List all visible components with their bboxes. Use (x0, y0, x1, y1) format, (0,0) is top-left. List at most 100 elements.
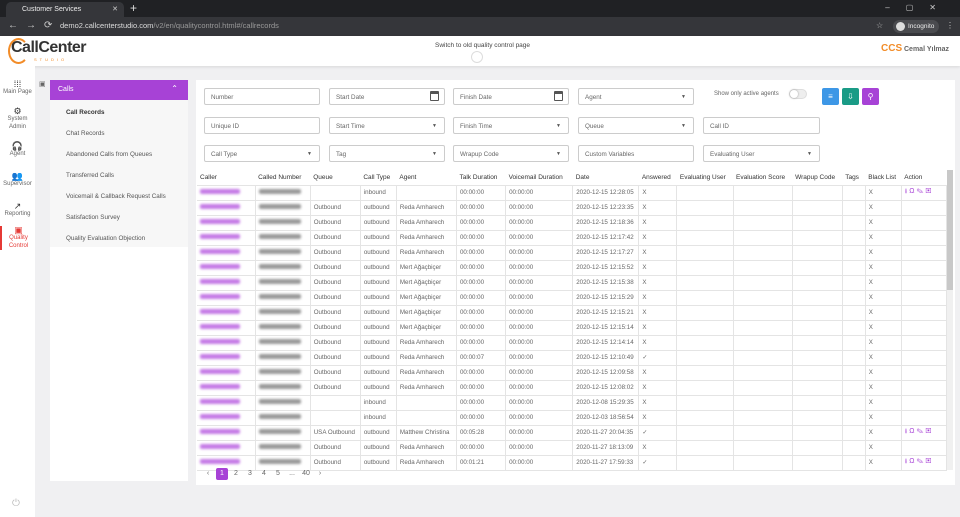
edit-icon[interactable]: ✎ (916, 188, 925, 195)
start-date-input[interactable]: Start Date (329, 88, 445, 105)
table-row[interactable]: inbound 00:00:00 00:00:00 2020-12-15 12:28:… (197, 184, 948, 201)
column-header[interactable]: Evaluation Score (733, 170, 792, 185)
table-row[interactable]: Outbound outbound Reda Amharech 00:00:07 00:… (197, 349, 948, 366)
table-row[interactable]: inbound 00:00:00 00:00:00 2020-12-08 15:29:… (197, 394, 948, 411)
unique-id-input[interactable]: Unique ID (204, 117, 320, 134)
submenu-voicemail-callback[interactable]: Voicemail & Callback Request Calls (66, 193, 166, 200)
evaluate-icon[interactable]: ▣ (926, 458, 934, 465)
submenu-abandoned-calls[interactable]: Abandoned Calls from Queues (66, 151, 152, 158)
column-header[interactable]: Action (901, 170, 946, 185)
new-tab-icon[interactable]: + (130, 1, 137, 15)
next-page-button[interactable]: › (314, 468, 326, 480)
logo[interactable]: CallCenter (7, 38, 87, 64)
evaluate-icon[interactable]: ▣ (926, 428, 934, 435)
table-row[interactable]: Outbound outbound Mert Ağaçbiçer 00:00:00 00… (197, 289, 948, 306)
calendar-icon[interactable] (554, 91, 563, 101)
page-button[interactable]: 40 (300, 468, 312, 480)
table-scrollbar[interactable] (947, 170, 953, 470)
agent-select[interactable]: Agent ▼ (578, 88, 694, 105)
rail-system-admin[interactable]: ⚙ System Admin (0, 107, 35, 131)
table-row[interactable]: Outbound outbound Reda Amharech 00:00:00 00:… (197, 379, 948, 396)
active-agents-toggle[interactable] (789, 89, 807, 99)
evaluating-user-select[interactable]: Evaluating User ▼ (703, 145, 820, 162)
table-row[interactable]: USA Outbound outbound Matthew Christina 00:… (197, 424, 948, 441)
page-button[interactable]: 3 (244, 468, 256, 480)
table-row[interactable]: Outbound outbound Mert Ağaçbiçer 00:00:00 00… (197, 304, 948, 321)
column-header[interactable]: Date (573, 170, 639, 185)
window-controls[interactable]: –▢✕ (885, 3, 952, 12)
download-button[interactable]: ⇩ (842, 88, 859, 105)
page-button[interactable]: 5 (272, 468, 284, 480)
submenu-chat-records[interactable]: Chat Records (66, 130, 105, 137)
column-header[interactable]: Talk Duration (456, 170, 505, 185)
rail-main-page[interactable]: ⁞⁞⁞ Main Page (0, 80, 35, 96)
page-button[interactable]: 1 (216, 468, 228, 480)
rail-agent[interactable]: 🎧 Agent (0, 142, 35, 158)
page-button[interactable]: 2 (230, 468, 242, 480)
table-row[interactable]: Outbound outbound Mert Ağaçbiçer 00:00:00 00… (197, 274, 948, 291)
table-row[interactable]: Outbound outbound Mert Ağaçbiçer 00:00:00 00… (197, 319, 948, 336)
caller-cell (197, 424, 256, 441)
finish-time-select[interactable]: Finish Time ▼ (453, 117, 569, 134)
call-type-select[interactable]: Call Type ▼ (204, 145, 320, 162)
table-row[interactable]: Outbound outbound Reda Amharech 00:00:00 00:… (197, 364, 948, 381)
browser-tab[interactable]: Customer Services ✕ (6, 2, 124, 17)
table-row[interactable]: Outbound outbound Reda Amharech 00:00:00 00:… (197, 229, 948, 246)
queue-select[interactable]: Queue ▼ (578, 117, 694, 134)
column-header[interactable]: Voicemail Duration (506, 170, 573, 185)
prev-page-button[interactable]: ‹ (202, 468, 214, 480)
column-header[interactable]: Answered (639, 170, 677, 185)
switch-old-toggle[interactable] (471, 51, 483, 63)
finish-date-input[interactable]: Finish Date (453, 88, 569, 105)
table-row[interactable]: Outbound outbound Mert Ağaçbiçer 00:00:00 00… (197, 259, 948, 276)
close-tab-icon[interactable]: ✕ (112, 5, 118, 13)
custom-variables-input[interactable]: Custom Variables (578, 145, 694, 162)
page-button[interactable]: ... (286, 468, 298, 480)
browser-menu-icon[interactable]: ⋮ (946, 21, 954, 30)
rail-reporting[interactable]: ↗ Reporting (0, 202, 35, 218)
submenu-satisfaction-survey[interactable]: Satisfaction Survey (66, 214, 120, 221)
column-header[interactable]: Tags (842, 170, 865, 185)
collapse-menu-icon[interactable]: ▣ (39, 80, 46, 88)
column-header[interactable]: Evaluating User (677, 170, 733, 185)
table-row[interactable]: Outbound outbound Reda Amharech 00:00:00 00:… (197, 439, 948, 456)
table-row[interactable]: Outbound outbound Reda Amharech 00:00:00 00:… (197, 334, 948, 351)
table-row[interactable]: Outbound outbound Reda Amharech 00:00:00 00:… (197, 244, 948, 261)
voicemail-duration-cell: 00:00:00 (505, 409, 574, 426)
rail-supervisor[interactable]: 👥 Supervisor (0, 172, 35, 188)
calendar-icon[interactable] (430, 91, 439, 101)
column-header[interactable]: Call Type (360, 170, 396, 185)
search-button[interactable]: ⚲ (862, 88, 879, 105)
column-header[interactable]: Queue (310, 170, 360, 185)
submenu-call-records[interactable]: Call Records (66, 109, 105, 116)
user-name[interactable]: Cemal Yılmaz (904, 46, 949, 53)
url-input[interactable]: demo2.callcenterstudio.com/v2/en/quality… (60, 21, 279, 30)
wrapup-select[interactable]: Wrapup Code ▼ (453, 145, 569, 162)
submenu-calls-header[interactable]: Calls ⌃ (50, 80, 188, 100)
incognito-badge[interactable]: Incognito (893, 20, 939, 33)
rail-quality-control[interactable]: ▣ Quality Control (0, 226, 35, 250)
column-header[interactable]: Agent (396, 170, 456, 185)
star-icon[interactable]: ☆ (876, 21, 883, 30)
page-button[interactable]: 4 (258, 468, 270, 480)
submenu-quality-objection[interactable]: Quality Evaluation Objection (66, 235, 145, 242)
black-list-cell: X (864, 289, 902, 306)
filter-button[interactable]: ≡ (822, 88, 839, 105)
column-header[interactable]: Black List (865, 170, 901, 185)
column-header[interactable]: Called Number (255, 170, 310, 185)
tag-select[interactable]: Tag ▼ (329, 145, 445, 162)
number-input[interactable]: Number (204, 88, 320, 105)
edit-icon[interactable]: ✎ (916, 458, 925, 465)
table-row[interactable]: inbound 00:00:00 00:00:00 2020-12-03 18:56:… (197, 409, 948, 426)
power-icon[interactable]: ⏻ (12, 498, 20, 509)
column-header[interactable]: Caller (197, 170, 255, 185)
evaluate-icon[interactable]: ▣ (926, 188, 934, 195)
table-row[interactable]: Outbound outbound Reda Amharech 00:00:00 00:… (197, 214, 948, 231)
table-row[interactable]: Outbound outbound Reda Amharech 00:00:00 00:… (197, 199, 948, 216)
start-time-select[interactable]: Start Time ▼ (329, 117, 445, 134)
call-id-input[interactable]: Call ID (703, 117, 820, 134)
submenu-transferred-calls[interactable]: Transferred Calls (66, 172, 114, 179)
column-header[interactable]: Wrapup Code (792, 170, 842, 185)
nav-buttons[interactable]: ←→⟳ (8, 20, 60, 31)
edit-icon[interactable]: ✎ (916, 428, 925, 435)
